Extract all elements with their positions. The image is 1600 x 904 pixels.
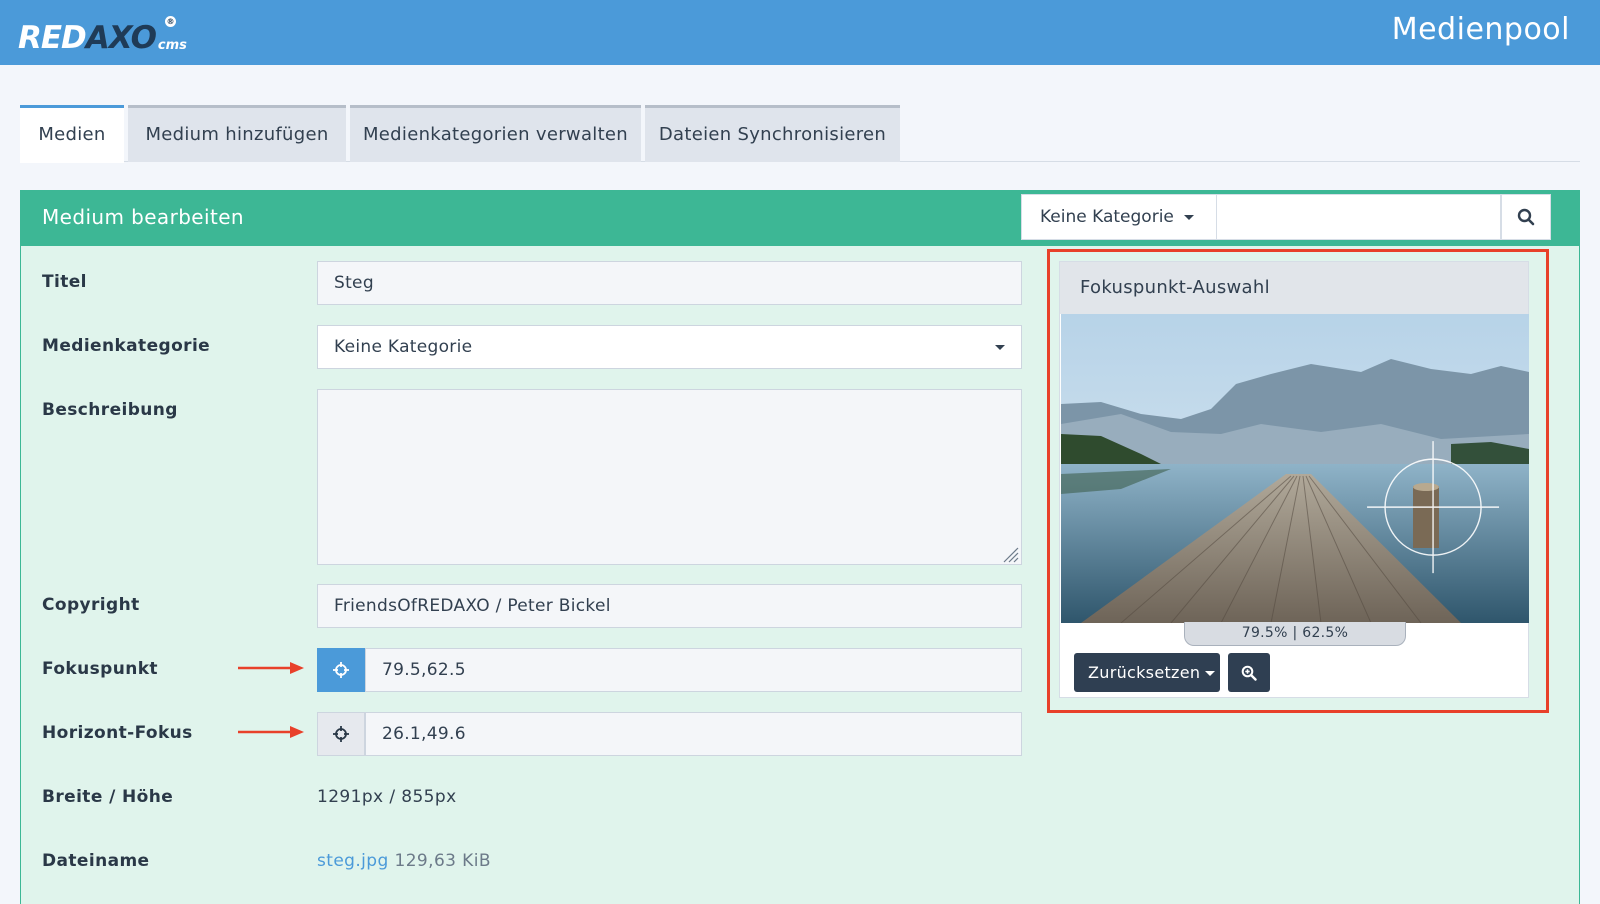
- medienkategorie-value: Keine Kategorie: [334, 337, 473, 357]
- file-link[interactable]: steg.jpg: [317, 851, 389, 871]
- search-input[interactable]: [1217, 194, 1501, 240]
- search-icon: [1517, 208, 1535, 226]
- medienkategorie-select[interactable]: Keine Kategorie: [317, 325, 1022, 369]
- redaxo-logo[interactable]: REDAXO ® cms: [18, 14, 187, 54]
- logo-registered-mark: ®: [165, 16, 176, 27]
- edit-medium-panel: Medium bearbeiten Keine Kategorie Titel …: [20, 190, 1580, 904]
- horizont-fokus-picker-button[interactable]: [317, 712, 365, 756]
- logo-wordmark: REDAXO: [18, 20, 157, 56]
- tab-medienkategorien-verwalten[interactable]: Medienkategorien verwalten: [350, 105, 641, 162]
- tab-medium-hinzufuegen[interactable]: Medium hinzufügen: [128, 105, 346, 162]
- logo-cms: cms: [157, 38, 187, 53]
- dateiname-label: Dateiname: [42, 851, 150, 871]
- chevron-down-icon: [995, 345, 1005, 350]
- resize-handle-icon[interactable]: [1001, 545, 1019, 563]
- tab-medien[interactable]: Medien: [20, 105, 124, 163]
- horizont-fokus-label: Horizont-Fokus: [42, 723, 193, 743]
- titel-label: Titel: [42, 272, 87, 292]
- category-filter-label: Keine Kategorie: [1040, 207, 1174, 227]
- panel-header: Medium bearbeiten Keine Kategorie: [21, 191, 1579, 246]
- page-title: Medienpool: [1391, 12, 1570, 47]
- reset-button[interactable]: Zurücksetzen: [1074, 653, 1220, 692]
- crosshair-icon: [333, 726, 349, 742]
- focuspoint-widget-title: Fokuspunkt-Auswahl: [1060, 262, 1528, 314]
- zoom-button[interactable]: [1228, 653, 1270, 692]
- copyright-label: Copyright: [42, 595, 140, 615]
- fokuspunkt-picker-button[interactable]: [317, 648, 365, 692]
- dateiname-value: steg.jpg 129,63 KiB: [317, 851, 491, 871]
- top-bar: REDAXO ® cms Medienpool: [0, 0, 1600, 65]
- arrow-right-icon: [238, 662, 304, 674]
- crosshair-icon: [333, 662, 349, 678]
- file-size: 129,63 KiB: [394, 851, 491, 871]
- arrow-right-icon: [238, 726, 304, 738]
- medienkategorie-label: Medienkategorie: [42, 336, 211, 356]
- breite-hoehe-label: Breite / Höhe: [42, 787, 174, 807]
- focuspoint-readout: 79.5% | 62.5%: [1184, 622, 1406, 646]
- copyright-input[interactable]: FriendsOfREDAXO / Peter Bickel: [317, 584, 1022, 628]
- titel-input[interactable]: Steg: [317, 261, 1022, 305]
- fokuspunkt-input[interactable]: 79.5,62.5: [365, 648, 1022, 692]
- category-filter-select[interactable]: Keine Kategorie: [1021, 194, 1217, 240]
- beschreibung-label: Beschreibung: [42, 400, 178, 420]
- chevron-down-icon: [1205, 671, 1216, 676]
- zoom-in-icon: [1241, 665, 1257, 681]
- beschreibung-textarea[interactable]: [317, 389, 1022, 565]
- tab-dateien-synchronisieren[interactable]: Dateien Synchronisieren: [645, 105, 900, 162]
- focuspoint-image[interactable]: [1061, 314, 1529, 623]
- fokuspunkt-label: Fokuspunkt: [42, 659, 158, 679]
- reset-button-label: Zurücksetzen: [1088, 663, 1201, 682]
- horizont-fokus-input[interactable]: 26.1,49.6: [365, 712, 1022, 756]
- panel-title: Medium bearbeiten: [42, 205, 244, 229]
- focus-crosshair-icon[interactable]: [1061, 314, 1529, 623]
- search-button[interactable]: [1501, 194, 1551, 240]
- chevron-down-icon: [1183, 214, 1194, 220]
- focuspoint-widget: Fokuspunkt-Auswahl 79.5% | 62.5% Zurücks…: [1059, 261, 1529, 698]
- tab-bar: Medien Medium hinzufügen Medienkategorie…: [20, 105, 1580, 163]
- breite-hoehe-value: 1291px / 855px: [317, 787, 457, 807]
